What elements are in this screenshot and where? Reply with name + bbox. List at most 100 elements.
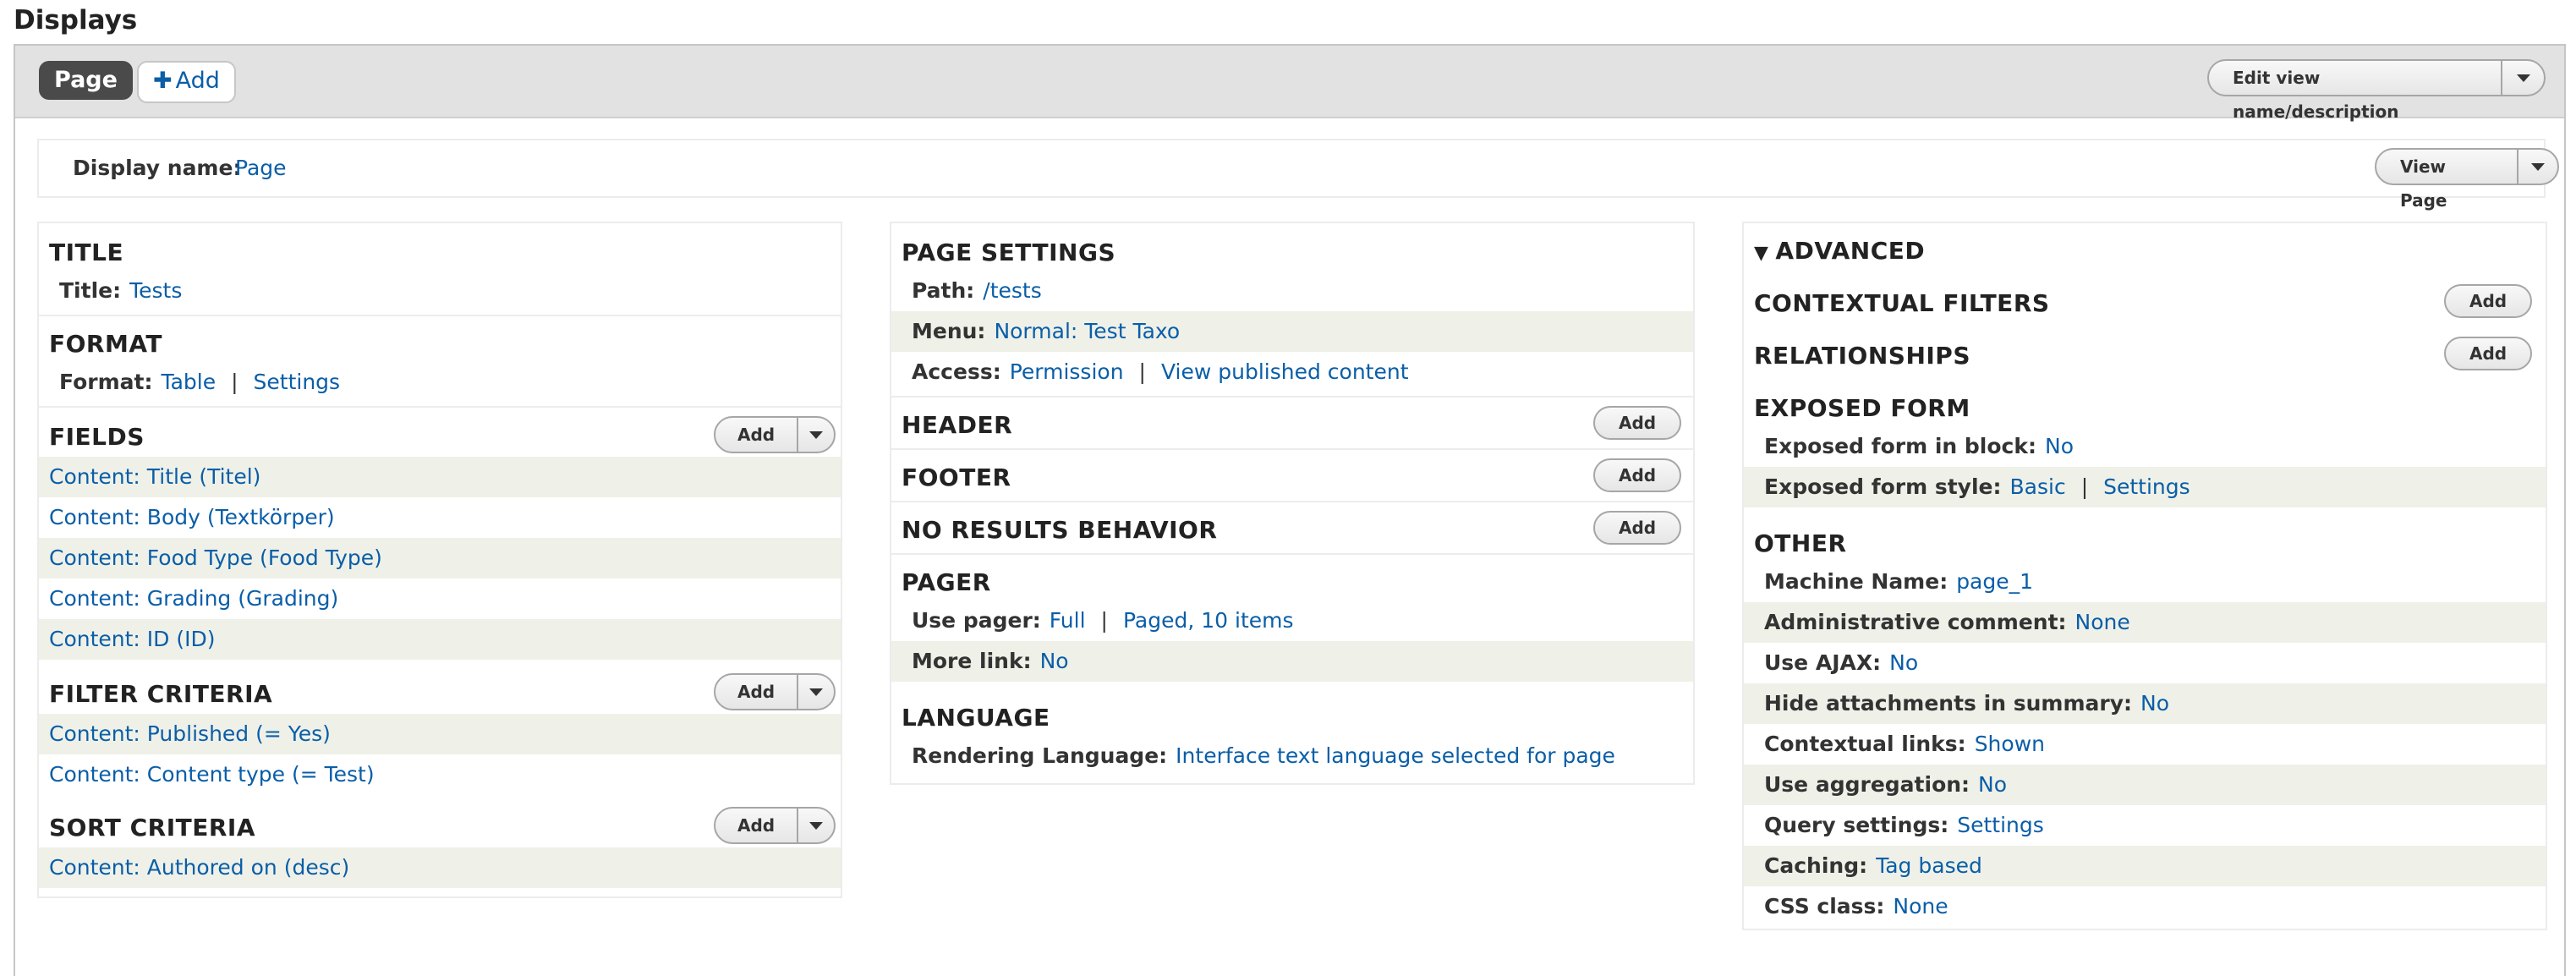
fields-add-dropbutton[interactable]: Add (714, 416, 836, 453)
header-add-button[interactable]: Add (1593, 406, 1682, 440)
advanced-toggle[interactable]: ▼ ADVANCED (1754, 237, 1925, 265)
section-fields-heading: FIELDS (49, 423, 145, 451)
chevron-down-icon (2516, 74, 2530, 82)
add-display-label: Add (175, 68, 220, 94)
field-link[interactable]: Content: Grading (Grading) (49, 586, 338, 611)
field-link[interactable]: Content: Body (Textkörper) (49, 505, 335, 529)
other-row-link[interactable]: None (2075, 610, 2130, 634)
other-row-link[interactable]: No (1978, 772, 2007, 797)
other-row: Hide attachments in summary: No (1744, 683, 2546, 724)
rendering-language-link[interactable]: Interface text language selected for pag… (1176, 743, 1615, 768)
page-title: Displays (14, 5, 138, 36)
right-column: ▼ ADVANCED CONTEXTUAL FILTERS Add RELATIO… (1742, 222, 2547, 930)
use-pager-label: Use pager: (912, 608, 1041, 633)
view-page-button[interactable]: View Page (2376, 150, 2519, 211)
title-link[interactable]: Tests (129, 278, 182, 303)
contextual-filters-add-button[interactable]: Add (2444, 284, 2533, 318)
edit-view-dropbutton[interactable]: Edit view name/description (2207, 59, 2546, 122)
path-link[interactable]: /tests (983, 278, 1041, 303)
format-settings-link[interactable]: Settings (254, 370, 341, 394)
exposed-settings-link[interactable]: Settings (2103, 474, 2190, 499)
field-link[interactable]: Content: Title (Titel) (49, 464, 260, 489)
view-page-dropbutton[interactable]: View Page (2375, 148, 2559, 211)
view-page-dropdown-toggle[interactable] (2518, 150, 2557, 184)
filter-add-dropbutton[interactable]: Add (714, 673, 836, 710)
add-display-button[interactable]: ✚ Add (137, 61, 236, 103)
edit-view-dropdown-toggle[interactable] (2502, 61, 2544, 95)
exposed-style-label: Exposed form style: (1764, 474, 2002, 499)
other-row-link[interactable]: No (2140, 691, 2169, 716)
divider (891, 553, 1693, 555)
divider (891, 396, 1693, 398)
tab-page[interactable]: Page (39, 61, 133, 100)
paged-link[interactable]: Paged, 10 items (1123, 608, 1294, 633)
other-row-label: Query settings: (1764, 813, 1949, 837)
field-item: Content: Body (Textkörper) (39, 497, 841, 538)
relationships-add-button[interactable]: Add (2444, 337, 2533, 370)
sort-dropdown-toggle[interactable] (798, 809, 834, 842)
filter-item: Content: Published (= Yes) (39, 714, 841, 754)
section-other-heading: OTHER (1754, 529, 1847, 557)
plus-icon: ✚ (153, 68, 173, 94)
chevron-down-icon (809, 688, 824, 696)
format-link[interactable]: Table (161, 370, 216, 394)
language-row: Rendering Language: Interface text langua… (891, 736, 1693, 776)
filter-add-button[interactable]: Add (715, 675, 799, 709)
use-pager-link[interactable]: Full (1050, 608, 1086, 633)
path-row: Path: /tests (891, 271, 1693, 311)
display-tabs-bar: Page ✚ Add Edit view name/description (15, 46, 2564, 122)
no-results-add-button[interactable]: Add (1593, 511, 1682, 545)
other-row-link[interactable]: Shown (1975, 732, 2045, 756)
field-item: Content: Title (Titel) (39, 457, 841, 497)
sort-link[interactable]: Content: Authored on (desc) (49, 855, 349, 880)
triangle-down-icon: ▼ (1754, 243, 1769, 264)
section-language-heading: LANGUAGE (902, 704, 1050, 732)
other-row-link[interactable]: Settings (1957, 813, 2044, 837)
access-row: Access: Permission | View published content (912, 359, 1409, 384)
more-link-value[interactable]: No (1040, 649, 1069, 673)
filter-dropdown-toggle[interactable] (798, 675, 834, 709)
other-row-label: Caching: (1764, 853, 1868, 878)
other-row-link[interactable]: page_1 (1956, 569, 2033, 594)
pager-row: Use pager: Full | Paged, 10 items (912, 608, 1294, 633)
middle-column: PAGE SETTINGS Path: /tests Menu: Normal: T… (890, 222, 1695, 785)
sort-add-dropbutton[interactable]: Add (714, 807, 836, 844)
footer-add-button[interactable]: Add (1593, 458, 1682, 492)
exposed-block-label: Exposed form in block: (1764, 434, 2036, 458)
display-name-link[interactable]: Page (235, 156, 287, 180)
field-link[interactable]: Content: Food Type (Food Type) (49, 546, 382, 570)
access-detail-link[interactable]: View published content (1161, 359, 1409, 384)
menu-link[interactable]: Normal: Test Taxo (994, 319, 1180, 343)
fields-add-button[interactable]: Add (715, 418, 799, 452)
field-item: Content: Grading (Grading) (39, 578, 841, 619)
filter-item: Content: Content type (= Test) (39, 754, 841, 795)
filter-link[interactable]: Content: Content type (= Test) (49, 762, 375, 787)
more-link-label: More link: (912, 649, 1032, 673)
field-link[interactable]: Content: ID (ID) (49, 627, 216, 651)
title-row: Title: Tests (39, 271, 841, 311)
section-title-heading: TITLE (49, 239, 124, 266)
more-link-row: More link: No (891, 641, 1693, 682)
exposed-style-row: Exposed form style: Basic | Settings (1744, 467, 2546, 507)
other-row-label: Hide attachments in summary: (1764, 691, 2132, 716)
section-page-settings-heading: PAGE SETTINGS (902, 239, 1116, 266)
other-row: Contextual links: Shown (1744, 724, 2546, 765)
section-relationships-heading: RELATIONSHIPS (1754, 342, 1970, 370)
other-row: Use aggregation: No (1744, 765, 2546, 805)
other-row-link[interactable]: Tag based (1876, 853, 1982, 878)
field-item: Content: ID (ID) (39, 619, 841, 660)
other-row-link[interactable]: None (1893, 894, 1948, 918)
fields-dropdown-toggle[interactable] (798, 418, 834, 452)
edit-view-button[interactable]: Edit view name/description (2209, 61, 2503, 122)
section-sort-heading: SORT CRITERIA (49, 814, 256, 842)
other-row: Administrative comment: None (1744, 602, 2546, 643)
filter-link[interactable]: Content: Published (= Yes) (49, 721, 331, 746)
access-link[interactable]: Permission (1010, 359, 1124, 384)
chevron-down-icon (809, 821, 824, 830)
exposed-style-link[interactable]: Basic (2010, 474, 2066, 499)
exposed-block-link[interactable]: No (2045, 434, 2074, 458)
other-row-link[interactable]: No (1889, 650, 1918, 675)
sort-add-button[interactable]: Add (715, 809, 799, 842)
field-item: Content: Food Type (Food Type) (39, 538, 841, 578)
other-row: Query settings: Settings (1744, 805, 2546, 846)
